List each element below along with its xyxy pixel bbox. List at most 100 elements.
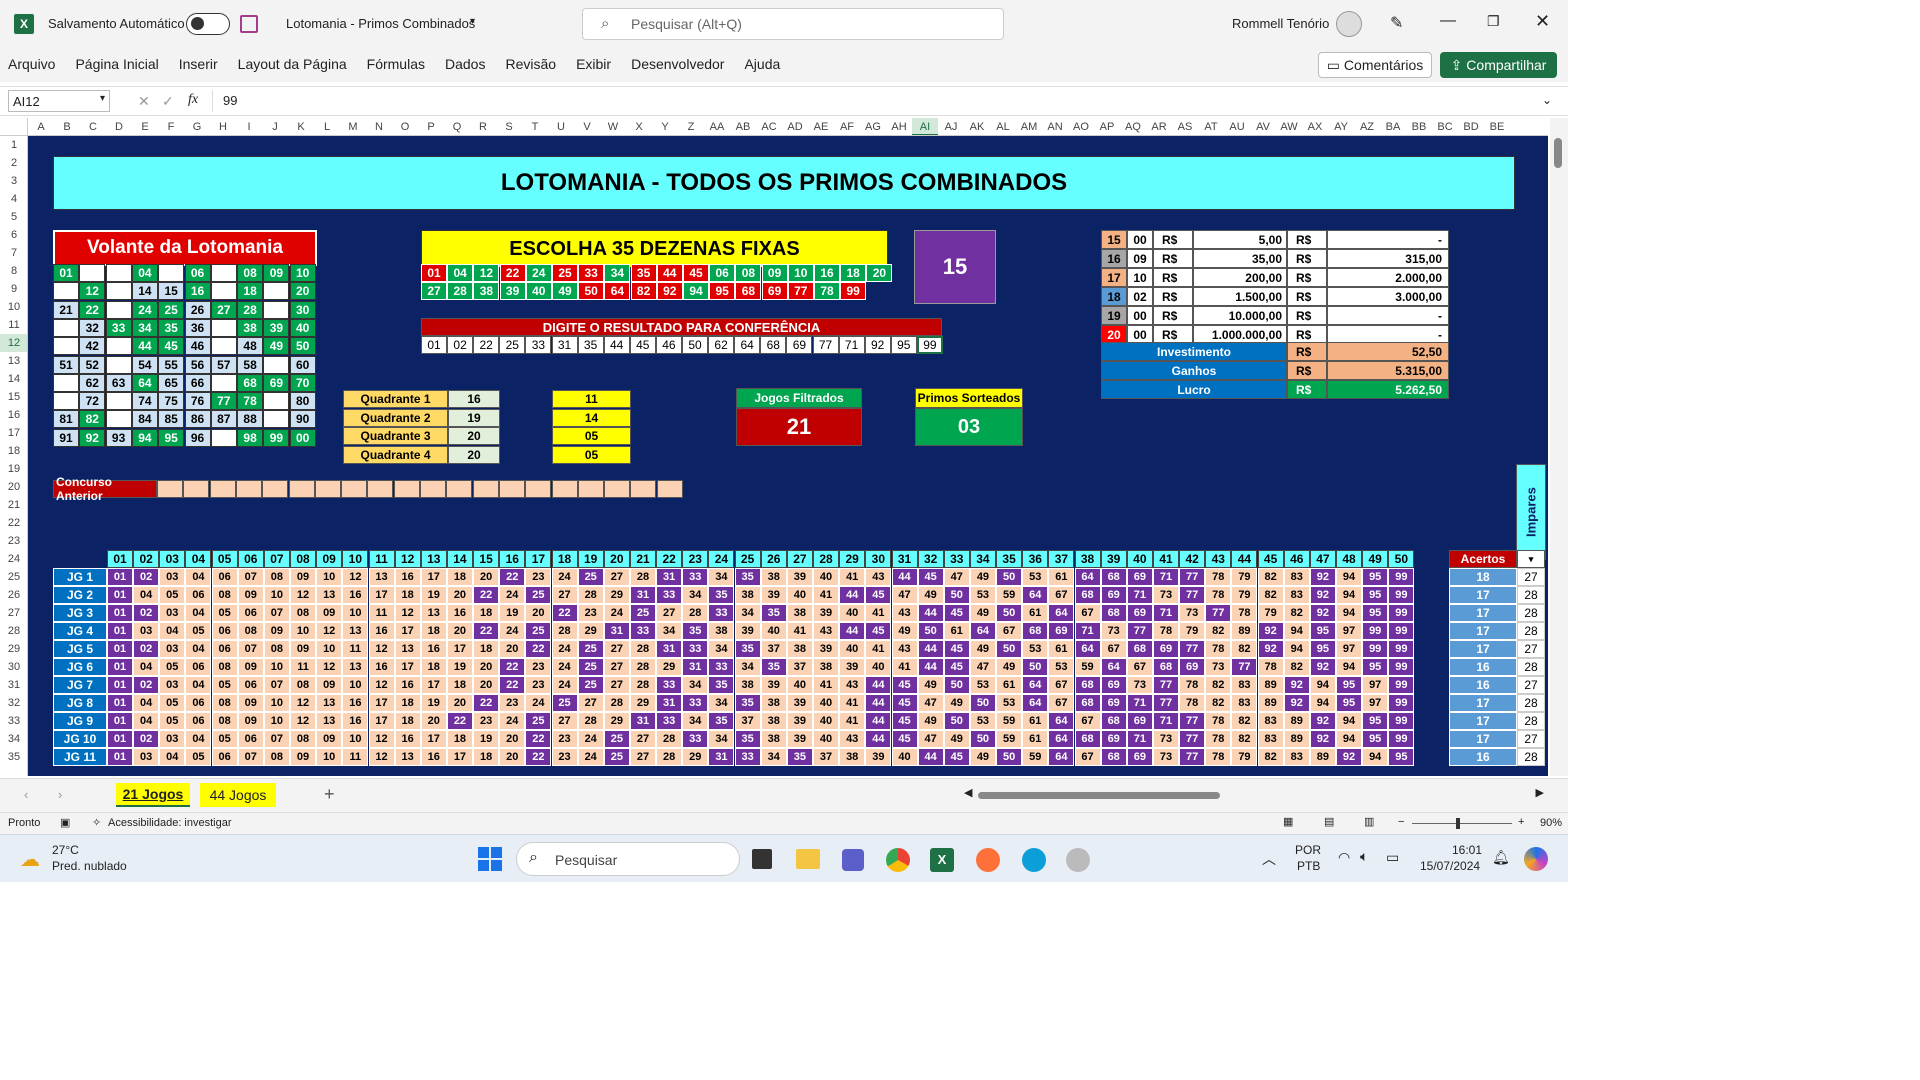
volante-cell[interactable]: 69 bbox=[263, 373, 290, 392]
game-number[interactable]: 69 bbox=[1179, 658, 1206, 676]
volante-cell[interactable]: 62 bbox=[79, 373, 106, 392]
premio-hits[interactable]: 15 bbox=[1101, 230, 1127, 249]
game-number[interactable]: 82 bbox=[1257, 748, 1284, 766]
game-number[interactable]: 11 bbox=[368, 604, 395, 622]
game-number[interactable]: 29 bbox=[682, 748, 709, 766]
game-col-header[interactable]: 14 bbox=[446, 550, 473, 568]
game-col-header[interactable]: 05 bbox=[211, 550, 238, 568]
volante-cell[interactable] bbox=[210, 428, 237, 447]
resultado-cell[interactable]: 69 bbox=[786, 336, 813, 354]
game-number[interactable]: 77 bbox=[1179, 640, 1206, 658]
summary-label[interactable]: Lucro bbox=[1101, 380, 1287, 399]
resultado-cell[interactable]: 22 bbox=[473, 336, 500, 354]
row-header[interactable]: 17 bbox=[0, 424, 27, 442]
game-number[interactable]: 41 bbox=[891, 658, 918, 676]
game-number[interactable]: 68 bbox=[1074, 730, 1101, 748]
row-header[interactable]: 32 bbox=[0, 694, 27, 712]
resultado-cell[interactable]: 99 bbox=[916, 336, 943, 354]
game-number[interactable]: 69 bbox=[1126, 748, 1153, 766]
game-number[interactable]: 69 bbox=[1100, 730, 1127, 748]
game-number[interactable]: 07 bbox=[263, 730, 290, 748]
premio-games[interactable]: 02 bbox=[1127, 287, 1153, 306]
game-number[interactable]: 01 bbox=[107, 622, 133, 640]
volante-cell[interactable] bbox=[53, 373, 79, 392]
game-number[interactable]: 38 bbox=[786, 604, 813, 622]
menu-item-9[interactable]: Ajuda bbox=[744, 56, 780, 72]
game-number[interactable]: 25 bbox=[577, 658, 604, 676]
game-number[interactable]: 39 bbox=[760, 676, 787, 694]
row-header[interactable]: 20 bbox=[0, 478, 27, 496]
game-number[interactable]: 82 bbox=[1205, 694, 1232, 712]
impares-value[interactable]: 28 bbox=[1517, 694, 1545, 712]
game-number[interactable]: 04 bbox=[133, 658, 160, 676]
premio-prize[interactable]: 10.000,00 bbox=[1193, 306, 1287, 325]
game-number[interactable]: 28 bbox=[656, 730, 683, 748]
column-header[interactable]: AG bbox=[860, 118, 886, 135]
game-number[interactable]: 20 bbox=[473, 676, 500, 694]
game-number[interactable]: 89 bbox=[1309, 748, 1336, 766]
game-number[interactable]: 24 bbox=[551, 658, 578, 676]
game-number[interactable]: 20 bbox=[499, 640, 526, 658]
quadrante-label[interactable]: Quadrante 4 bbox=[343, 445, 448, 464]
game-number[interactable]: 35 bbox=[760, 604, 787, 622]
game-number[interactable]: 45 bbox=[917, 568, 944, 586]
fixed-number[interactable]: 25 bbox=[552, 264, 578, 282]
premio-hits[interactable]: 16 bbox=[1101, 249, 1127, 268]
save-icon[interactable] bbox=[240, 15, 258, 33]
game-number[interactable]: 61 bbox=[1022, 712, 1049, 730]
select-all-corner[interactable] bbox=[0, 118, 28, 136]
row-header[interactable]: 12 bbox=[0, 334, 27, 352]
game-number[interactable]: 53 bbox=[1022, 568, 1049, 586]
game-number[interactable]: 41 bbox=[813, 676, 840, 694]
game-number[interactable]: 25 bbox=[551, 694, 578, 712]
game-number[interactable]: 73 bbox=[1153, 748, 1179, 766]
menu-item-8[interactable]: Desenvolvedor bbox=[631, 56, 724, 72]
game-number[interactable]: 28 bbox=[577, 712, 604, 730]
game-number[interactable]: 44 bbox=[917, 658, 944, 676]
premio-total[interactable]: 3.000,00 bbox=[1327, 287, 1449, 306]
game-number[interactable]: 20 bbox=[446, 694, 473, 712]
weather-temp[interactable]: 27°C bbox=[52, 843, 79, 857]
game-number[interactable]: 73 bbox=[1179, 604, 1206, 622]
column-header[interactable]: AJ bbox=[938, 118, 964, 135]
game-number[interactable]: 35 bbox=[786, 748, 813, 766]
acertos-value[interactable]: 17 bbox=[1449, 640, 1517, 658]
game-number[interactable]: 99 bbox=[1388, 730, 1415, 748]
game-number[interactable]: 24 bbox=[499, 622, 526, 640]
fixed-number[interactable]: 20 bbox=[866, 264, 893, 282]
game-number[interactable]: 45 bbox=[943, 658, 970, 676]
premio-games[interactable]: 09 bbox=[1127, 249, 1153, 268]
game-col-header[interactable]: 26 bbox=[760, 550, 787, 568]
column-header[interactable]: AL bbox=[990, 118, 1016, 135]
column-header[interactable]: E bbox=[132, 118, 158, 135]
fixed-number[interactable]: 44 bbox=[656, 264, 683, 282]
game-number[interactable]: 10 bbox=[342, 730, 369, 748]
escolha-title[interactable]: ESCOLHA 35 DEZENAS FIXAS bbox=[421, 230, 888, 268]
game-number[interactable]: 53 bbox=[969, 676, 996, 694]
game-number[interactable]: 35 bbox=[734, 640, 761, 658]
game-number[interactable]: 28 bbox=[603, 694, 630, 712]
game-number[interactable]: 39 bbox=[865, 748, 892, 766]
volante-cell[interactable] bbox=[53, 318, 79, 337]
game-number[interactable]: 89 bbox=[1283, 730, 1310, 748]
game-number[interactable]: 17 bbox=[420, 730, 447, 748]
fixed-number[interactable]: 16 bbox=[814, 264, 840, 282]
fixed-number[interactable]: 49 bbox=[552, 282, 578, 300]
concurso-anterior-cell[interactable] bbox=[656, 480, 683, 498]
column-header[interactable]: AO bbox=[1068, 118, 1094, 135]
game-number[interactable]: 71 bbox=[1153, 712, 1179, 730]
game-number[interactable]: 68 bbox=[1100, 568, 1127, 586]
volante-cell[interactable] bbox=[263, 392, 290, 411]
game-col-header[interactable]: 12 bbox=[394, 550, 421, 568]
resultado-title[interactable]: DIGITE O RESULTADO PARA CONFERÊNCIA bbox=[421, 318, 942, 336]
zoom-in-button[interactable]: + bbox=[1518, 816, 1524, 828]
game-number[interactable]: 31 bbox=[682, 658, 709, 676]
formula-input[interactable]: 99 bbox=[212, 90, 1560, 112]
row-header[interactable]: 3 bbox=[0, 172, 27, 190]
volante-cell[interactable] bbox=[210, 282, 237, 301]
premio-prize[interactable]: 200,00 bbox=[1193, 268, 1287, 287]
game-number[interactable]: 12 bbox=[368, 748, 395, 766]
fixed-number[interactable]: 27 bbox=[421, 282, 447, 300]
volante-cell[interactable] bbox=[263, 300, 290, 319]
game-number[interactable]: 31 bbox=[656, 694, 683, 712]
